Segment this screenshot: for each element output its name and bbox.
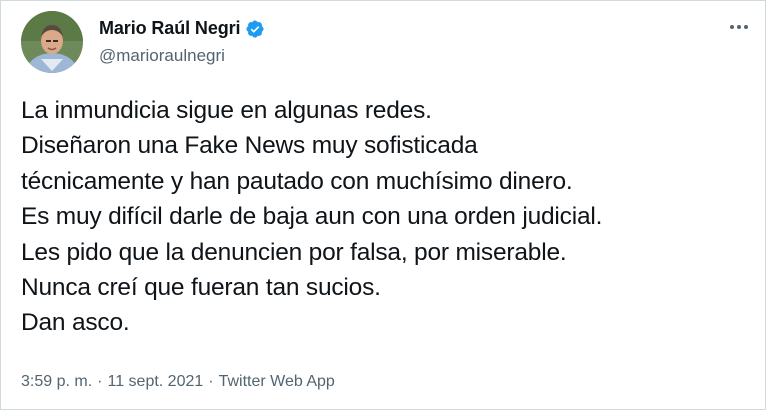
tweet-date[interactable]: 11 sept. 2021 (107, 373, 203, 391)
author-name-row[interactable]: Mario Raúl Negri (99, 18, 265, 39)
tweet-text-line: La inmundicia sigue en algunas redes. (21, 97, 432, 124)
tweet-text-line: Les pido que la denuncien por falsa, por… (21, 238, 567, 266)
author-display-name[interactable]: Mario Raúl Negri (99, 18, 241, 39)
avatar-image (21, 11, 83, 73)
tweet-meta: 3:59 p. m. · 11 sept. 2021 · Twitter Web… (21, 373, 335, 391)
tweet-card: Mario Raúl Negri @marioraulnegri La inmu… (0, 0, 766, 410)
verified-badge-icon (245, 19, 265, 39)
tweet-text: La inmundicia sigue en algunas redes. Di… (21, 93, 761, 341)
tweet-text-line: Nunca creí que fueran tan sucios. (21, 274, 381, 302)
avatar[interactable] (21, 11, 83, 73)
meta-separator: · (97, 373, 103, 390)
more-options-icon[interactable] (727, 15, 751, 39)
tweet-source[interactable]: Twitter Web App (219, 373, 335, 391)
tweet-text-line: Dan asco. (21, 309, 130, 337)
tweet-text-line: técnicamente y han pautado con muchísimo… (21, 167, 573, 195)
tweet-text-line: Diseñaron una Fake News muy sofisticada (21, 132, 478, 160)
author-handle[interactable]: @marioraulnegri (99, 46, 225, 66)
tweet-text-line: Es muy difícil darle de baja aun con una… (21, 203, 603, 231)
tweet-time[interactable]: 3:59 p. m. (21, 373, 92, 391)
meta-separator: · (208, 373, 214, 390)
